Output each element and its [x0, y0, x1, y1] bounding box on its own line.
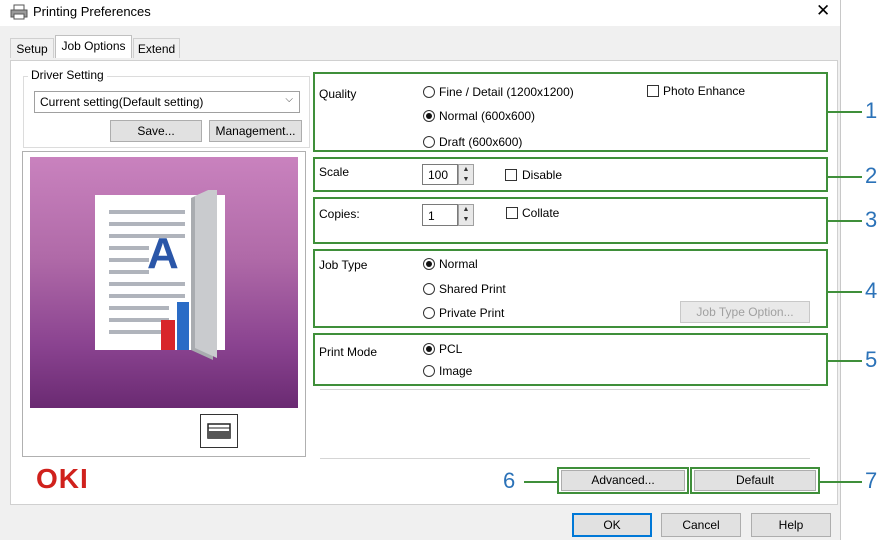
spin-down-icon[interactable]: ▼: [459, 175, 473, 185]
radio-shared-print[interactable]: [423, 283, 435, 295]
printer-icon: [10, 4, 28, 20]
driver-setting-value: Current setting(Default setting): [40, 95, 204, 109]
disable-checkbox[interactable]: [505, 169, 517, 181]
printer-icon: [207, 423, 231, 439]
advanced-button[interactable]: Advanced...: [561, 470, 685, 491]
collate-label: Collate: [522, 206, 560, 220]
radio-draft[interactable]: [423, 136, 435, 148]
svg-text:A: A: [147, 229, 179, 278]
radio-fine[interactable]: [423, 86, 435, 98]
radio-pcl[interactable]: [423, 343, 435, 355]
quality-option-normal: Normal (600x600): [439, 109, 536, 123]
tab-setup[interactable]: Setup: [10, 38, 54, 58]
window-title: Printing Preferences: [33, 4, 151, 19]
quality-option-fine: Fine / Detail (1200x1200): [439, 85, 574, 99]
radio-job-normal[interactable]: [423, 258, 435, 270]
copies-highlight: [313, 197, 828, 244]
print-mode-option-pcl: PCL: [439, 342, 463, 356]
radio-image[interactable]: [423, 365, 435, 377]
orientation-toggle[interactable]: [200, 414, 238, 448]
ok-button[interactable]: OK: [572, 513, 652, 537]
cancel-button[interactable]: Cancel: [661, 513, 741, 537]
print-mode-highlight: [313, 333, 828, 386]
spin-up-icon[interactable]: ▲: [459, 165, 473, 175]
scale-spinner[interactable]: ▲ ▼: [458, 164, 474, 185]
spin-down-icon[interactable]: ▼: [459, 215, 473, 225]
callout-line: [828, 360, 862, 362]
callout-line: [820, 481, 862, 483]
quality-option-draft: Draft (600x600): [439, 135, 523, 149]
photo-enhance-checkbox[interactable]: [647, 85, 659, 97]
callout-line: [828, 291, 862, 293]
callout-line: [828, 176, 862, 178]
callout-1: 1: [865, 98, 878, 123]
scale-label: Scale: [319, 165, 350, 179]
copies-spinner[interactable]: ▲ ▼: [458, 204, 474, 226]
chevron-down-icon: ⌵: [285, 94, 293, 105]
copies-label: Copies:: [319, 207, 360, 221]
job-type-option-normal: Normal: [439, 257, 478, 271]
title-bar: Printing Preferences ✕: [0, 0, 840, 26]
callout-3: 3: [865, 207, 878, 232]
close-icon[interactable]: ✕: [816, 1, 830, 21]
copies-input[interactable]: 1: [422, 204, 458, 226]
spin-up-icon[interactable]: ▲: [459, 205, 473, 215]
callout-4: 4: [865, 278, 878, 303]
print-mode-option-image: Image: [439, 364, 473, 378]
callout-5: 5: [865, 347, 878, 372]
document-preview-icon: A: [95, 190, 225, 360]
job-type-option-private: Private Print: [439, 306, 505, 320]
save-button[interactable]: Save...: [110, 120, 202, 142]
callout-line: [524, 481, 557, 483]
job-type-option-shared: Shared Print: [439, 282, 506, 296]
radio-normal[interactable]: [423, 110, 435, 122]
job-type-option-button[interactable]: Job Type Option...: [680, 301, 810, 323]
job-type-label: Job Type: [319, 258, 368, 272]
callout-2: 2: [865, 163, 878, 188]
driver-setting-label: Driver Setting: [28, 68, 107, 82]
disable-label: Disable: [522, 168, 563, 182]
management-button[interactable]: Management...: [209, 120, 302, 142]
divider: [320, 389, 810, 390]
radio-private-print[interactable]: [423, 307, 435, 319]
print-mode-label: Print Mode: [319, 345, 378, 359]
quality-label: Quality: [319, 87, 357, 101]
tab-extend[interactable]: Extend: [133, 38, 180, 58]
oki-logo: OKI: [36, 463, 89, 494]
callout-6: 6: [503, 468, 516, 493]
callout-7: 7: [865, 468, 878, 493]
quality-highlight: [313, 72, 828, 152]
tab-job-options[interactable]: Job Options: [55, 35, 132, 58]
default-button[interactable]: Default: [694, 470, 816, 491]
photo-enhance-label: Photo Enhance: [663, 84, 746, 98]
callout-line: [828, 220, 862, 222]
divider: [320, 458, 810, 459]
callout-line: [828, 111, 862, 113]
collate-checkbox[interactable]: [506, 207, 518, 219]
driver-setting-select[interactable]: Current setting(Default setting) ⌵: [34, 91, 300, 113]
scale-input[interactable]: 100: [422, 164, 458, 185]
scale-highlight: [313, 157, 828, 192]
help-button[interactable]: Help: [751, 513, 831, 537]
